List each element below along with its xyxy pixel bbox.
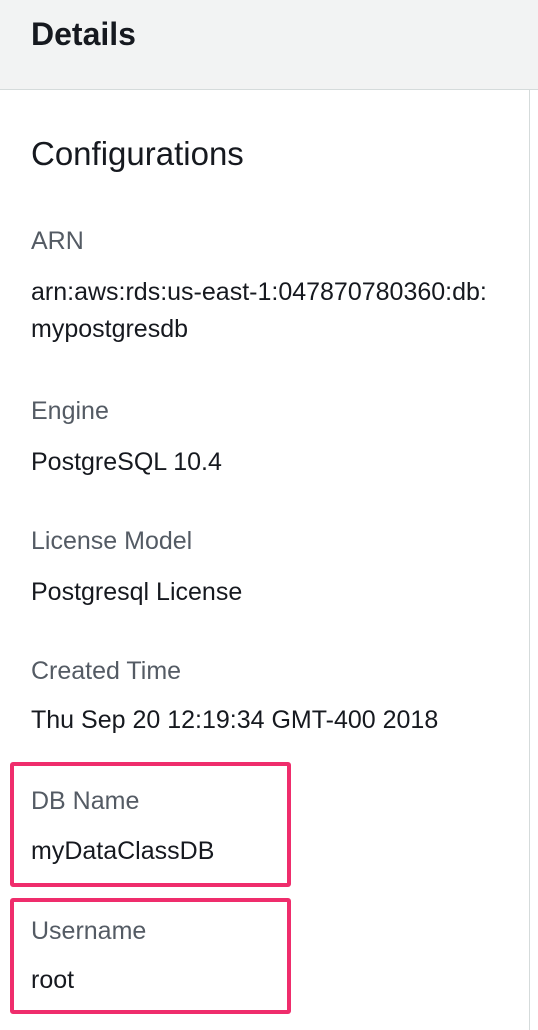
details-header: Details [0,0,538,90]
username-label: Username [31,917,147,945]
created-time-label: Created Time [31,657,182,685]
license-model-label: License Model [31,527,193,555]
configurations-heading: Configurations [31,135,244,172]
engine-label: Engine [31,397,109,425]
arn-value: arn:aws:rds:us-east-1:047870780360:db:my… [31,278,487,343]
username-value: root [31,966,75,994]
license-model-value: Postgresql License [31,578,243,606]
created-time-value: Thu Sep 20 12:19:34 GMT-400 2018 [31,706,439,734]
arn-label: ARN [31,227,84,255]
engine-value: PostgreSQL 10.4 [31,448,222,476]
db-name-label: DB Name [31,787,140,815]
details-title: Details [31,16,136,52]
db-name-value: myDataClassDB [31,837,215,865]
